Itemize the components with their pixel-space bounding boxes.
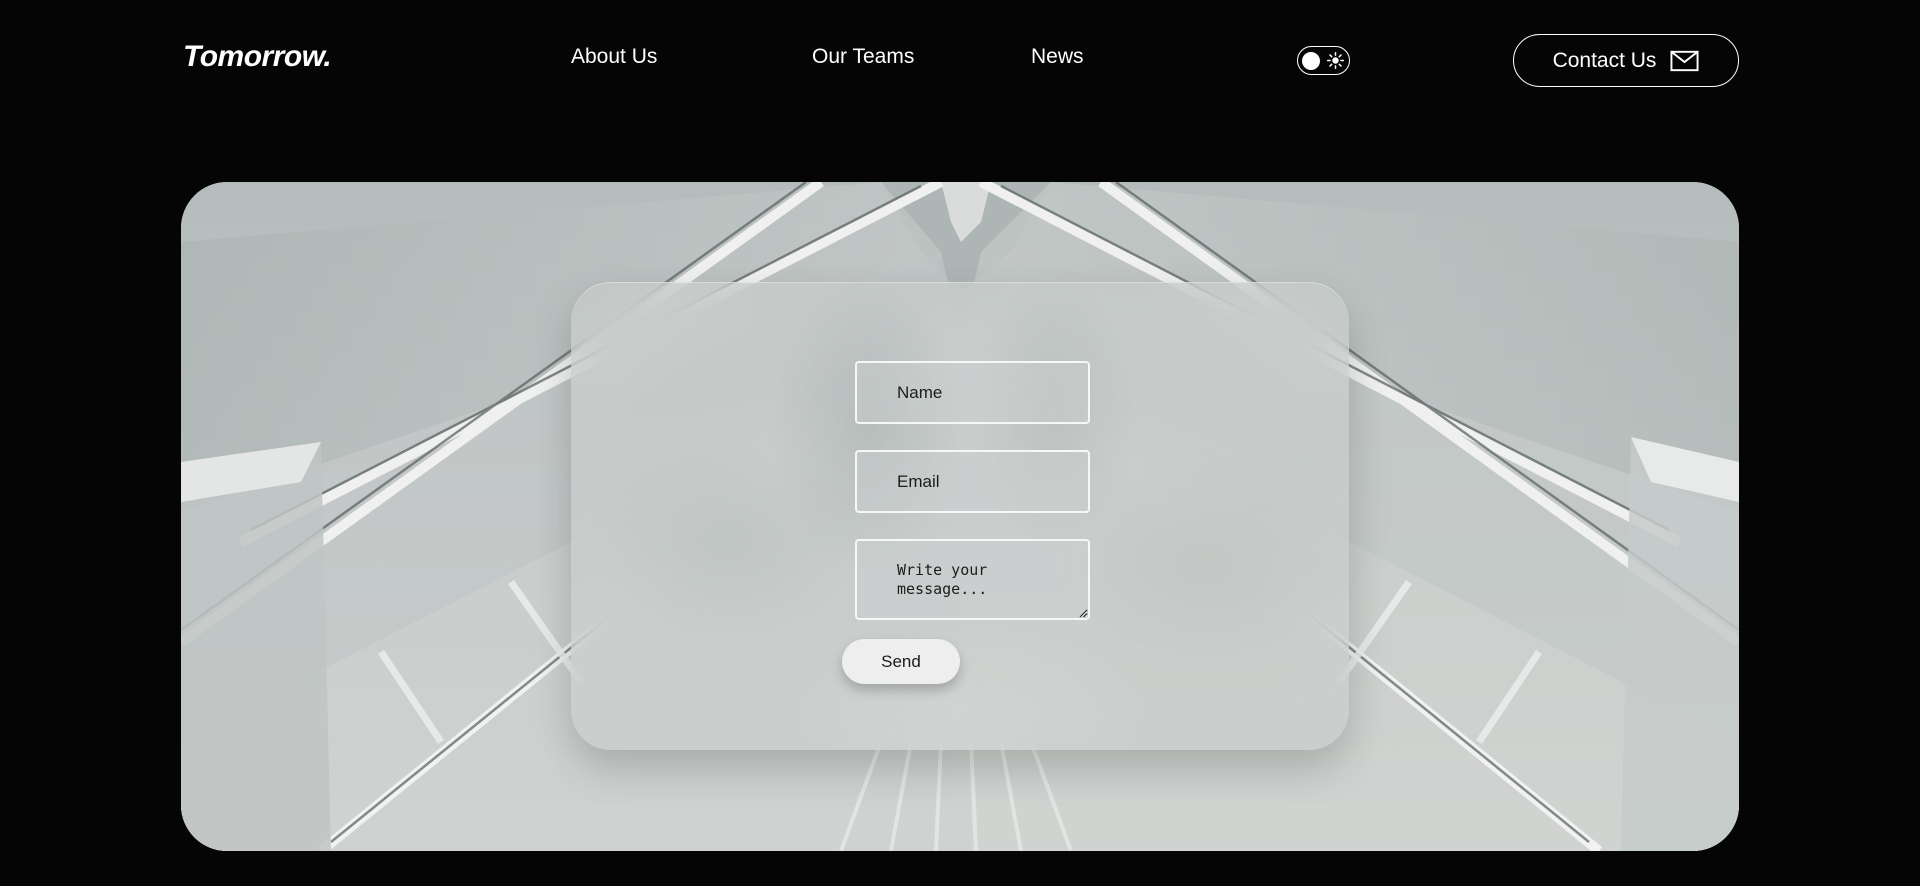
contact-us-label: Contact Us: [1552, 48, 1657, 72]
send-button[interactable]: Send: [842, 639, 960, 684]
frosted-glass-overlay: [571, 282, 1349, 750]
resize-handle-icon[interactable]: [1078, 608, 1088, 618]
site-header: Tomorrow. About Us Our Teams News Contac…: [0, 0, 1920, 120]
message-textarea[interactable]: [855, 539, 1090, 620]
name-input[interactable]: [855, 361, 1090, 424]
brand-logo[interactable]: Tomorrow.: [183, 40, 332, 74]
toggle-knob: [1302, 51, 1320, 70]
contact-form-card: Send: [571, 282, 1349, 750]
mail-icon: [1670, 50, 1699, 71]
nav-link-our-teams[interactable]: Our Teams: [812, 45, 914, 69]
sun-icon: [1326, 51, 1345, 70]
hero-section: Send: [181, 182, 1739, 851]
nav-link-news[interactable]: News: [1031, 45, 1084, 69]
nav-link-about-us[interactable]: About Us: [571, 45, 657, 69]
email-input[interactable]: [855, 450, 1090, 513]
theme-toggle[interactable]: [1297, 46, 1350, 75]
contact-us-button[interactable]: Contact Us: [1513, 34, 1739, 87]
